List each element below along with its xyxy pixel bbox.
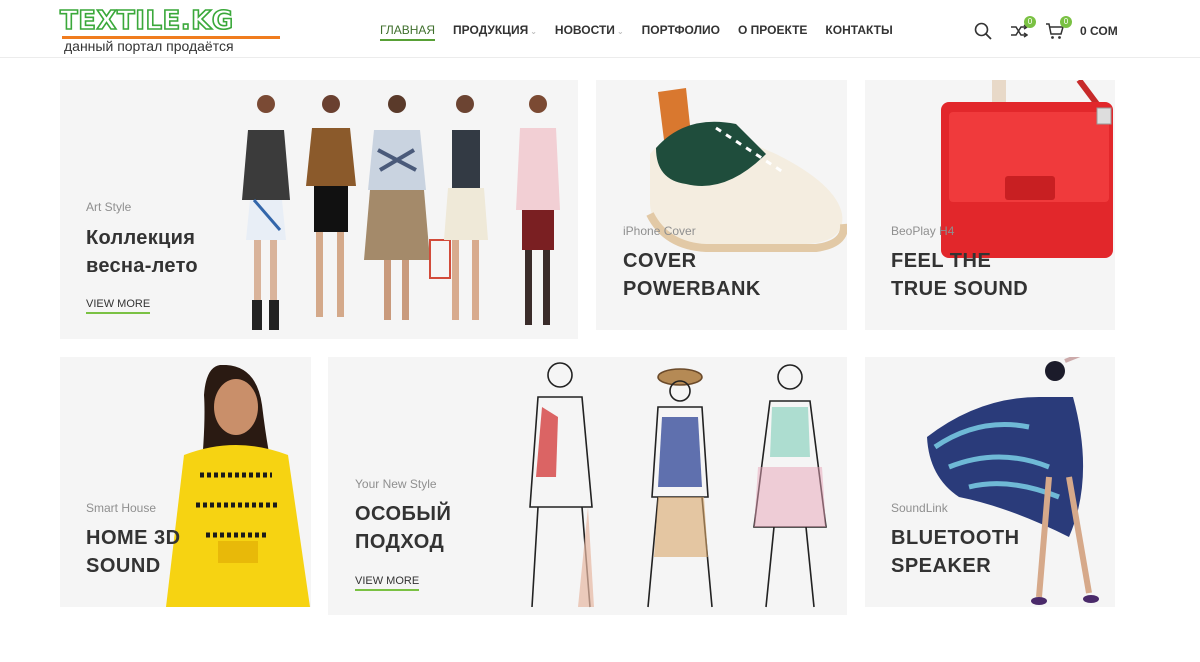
banner-home-sound[interactable]: Smart House HOME 3D SOUND	[60, 357, 311, 607]
nav-item-news[interactable]: НОВОСТИ ⌄	[555, 22, 624, 40]
banner-subtitle: iPhone Cover	[623, 224, 696, 238]
banner-subtitle: Your New Style	[355, 477, 437, 491]
main-nav: ГЛАВНАЯ ПРОДУКЦИЯ ⌄ НОВОСТИ ⌄ ПОРТФОЛИО О …	[380, 22, 911, 41]
nav-item-about[interactable]: О ПРОЕКТЕ	[738, 22, 807, 40]
banner-title: FEEL THE TRUE SOUND	[891, 250, 1029, 300]
cart-icon[interactable]: 0	[1044, 16, 1072, 42]
yellow-dress-model-image	[166, 365, 310, 607]
compare-icon[interactable]: 0	[1008, 16, 1036, 42]
chevron-down-icon: ⌄	[616, 27, 624, 36]
banner-title: COVER POWERBANK	[623, 250, 761, 300]
banner-special-approach[interactable]: Your New Style ОСОБЫЙ ПОДХОД VIEW MORE	[328, 357, 847, 615]
banner-subtitle: Art Style	[86, 200, 132, 214]
view-more-link[interactable]: VIEW MORE	[86, 297, 151, 314]
nav-item-portfolio[interactable]: ПОРТФОЛИО	[642, 22, 720, 40]
logo-title: TEXTILE.KG	[59, 5, 234, 37]
banner-title: ОСОБЫЙ ПОДХОД	[355, 503, 452, 553]
banner-subtitle: SoundLink	[891, 501, 948, 515]
nav-item-contacts[interactable]: КОНТАКТЫ	[825, 22, 892, 40]
cart-total[interactable]: 0 СОМ	[1080, 24, 1118, 38]
compare-count-badge: 0	[1024, 16, 1036, 28]
fashion-sketches-image	[529, 362, 827, 608]
red-bag-image	[941, 80, 1113, 258]
view-more-link[interactable]: VIEW MORE	[355, 574, 420, 591]
nav-item-home[interactable]: ГЛАВНАЯ	[380, 22, 436, 41]
site-logo[interactable]: TEXTILE.KG данный портал продаётся	[59, 5, 285, 54]
banner-subtitle: Smart House	[86, 501, 157, 515]
banner-subtitle: BeoPlay H4	[891, 224, 955, 238]
banner-bluetooth-speaker[interactable]: SoundLink BLUETOOTH SPEAKER	[865, 357, 1115, 607]
nav-item-products[interactable]: ПРОДУКЦИЯ ⌄	[453, 22, 537, 40]
logo-subtitle: данный портал продаётся	[64, 38, 234, 54]
runway-models-image	[242, 95, 560, 330]
banner-title: Коллекция весна-лето	[86, 227, 198, 277]
header-tools: 0 0 0 СОМ	[972, 16, 1118, 42]
chevron-down-icon: ⌄	[530, 27, 537, 36]
banner-cover-powerbank[interactable]: iPhone Cover COVER POWERBANK	[596, 80, 847, 330]
site-header: TEXTILE.KG данный портал продаётся ГЛАВН…	[0, 0, 1200, 58]
banner-title: BLUETOOTH SPEAKER	[891, 527, 1020, 577]
search-icon[interactable]	[972, 20, 994, 42]
cart-count-badge: 0	[1060, 16, 1072, 28]
banner-title: HOME 3D SOUND	[86, 527, 181, 577]
banner-true-sound[interactable]: BeoPlay H4 FEEL THE TRUE SOUND	[865, 80, 1115, 330]
banner-collection[interactable]: Art Style Коллекция весна-лето VIEW MORE	[60, 80, 578, 339]
